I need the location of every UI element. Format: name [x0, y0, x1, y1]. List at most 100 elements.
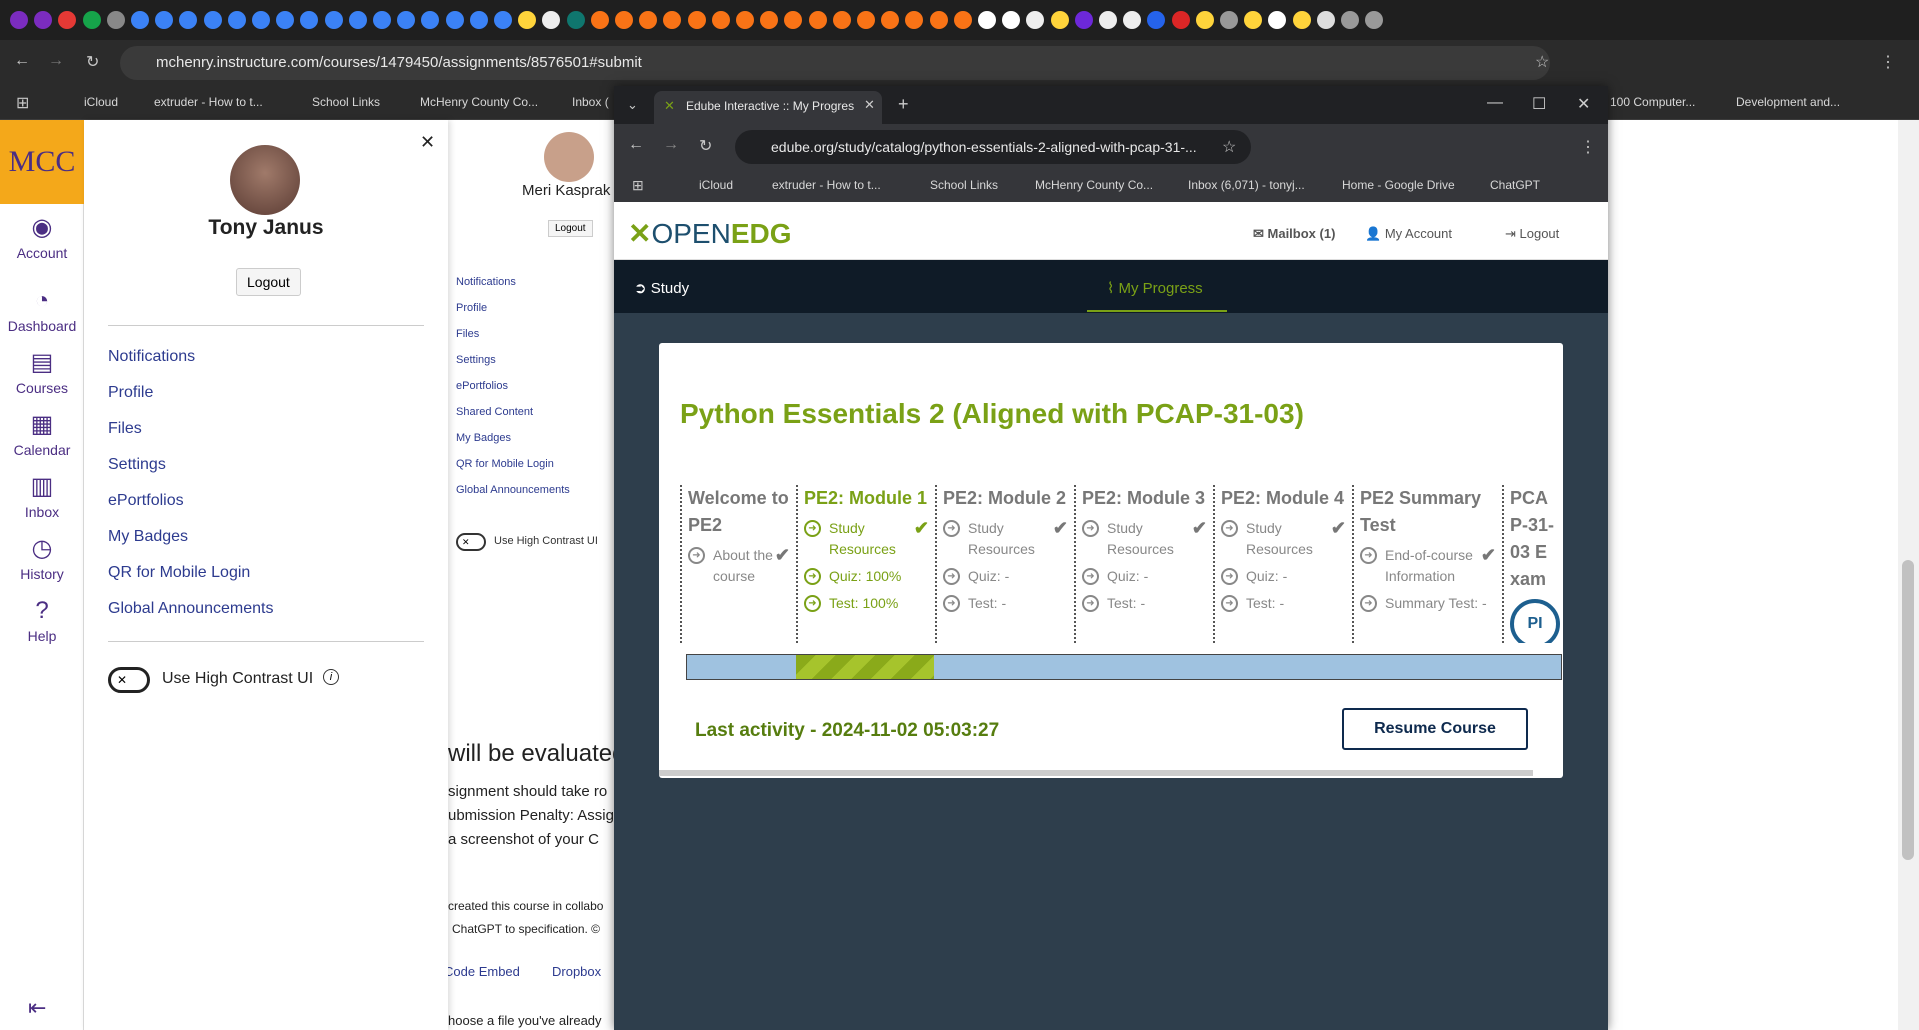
tab-favicon-icon[interactable] [1341, 11, 1359, 29]
module-item[interactable]: ➜ Summary Test: - [1360, 593, 1496, 614]
tab-favicon-icon[interactable] [1220, 11, 1238, 29]
bookmark[interactable]: Inbox ( [572, 95, 609, 109]
tab-favicon-icon[interactable] [348, 11, 367, 29]
tab-favicon-icon[interactable] [808, 11, 827, 29]
close-window-icon[interactable]: ✕ [1577, 94, 1590, 114]
popup-menu-icon[interactable]: ⋮ [1580, 137, 1596, 157]
minimize-icon[interactable]: — [1487, 94, 1503, 112]
tray-link-profile[interactable]: Profile [108, 384, 153, 402]
popup-apps-icon[interactable]: ⊞ [632, 177, 644, 194]
bookmark[interactable]: ChatGPT [1490, 178, 1540, 192]
tab-favicon-icon[interactable] [929, 11, 948, 29]
popup-back-icon[interactable]: ← [628, 136, 644, 154]
tray-link-eportfolios[interactable]: ePortfolios [108, 492, 184, 510]
tab-favicon-icon[interactable] [227, 11, 246, 29]
module-item[interactable]: ➜ Test: 100% [804, 593, 929, 614]
tab-favicon-icon[interactable] [1171, 11, 1190, 29]
tab-favicon-icon[interactable] [687, 11, 706, 29]
tab-favicon-icon[interactable] [324, 11, 343, 29]
bg-link[interactable]: My Badges [456, 432, 511, 444]
popup-star-icon[interactable]: ☆ [1222, 137, 1236, 157]
bookmark[interactable]: Inbox (6,071) - tonyj... [1188, 178, 1305, 192]
scrollbar-thumb[interactable] [1902, 560, 1914, 860]
module-item[interactable]: ➜ End-of-course Information ✔ [1360, 545, 1496, 587]
pcap-badge-icon[interactable]: PI [1510, 599, 1560, 643]
tab-favicon-icon[interactable] [1050, 11, 1069, 29]
page-scrollbar[interactable] [1898, 120, 1919, 1030]
tab-favicon-icon[interactable] [203, 11, 222, 29]
bg-link[interactable]: Notifications [456, 276, 516, 288]
logout-button[interactable]: Logout [236, 268, 301, 296]
tab-favicon-icon[interactable] [494, 11, 512, 29]
my-account-link[interactable]: 👤 My Account [1365, 226, 1452, 242]
module-item[interactable]: ➜ Study Resources ✔ [804, 518, 929, 560]
close-tray-icon[interactable]: ✕ [420, 132, 435, 153]
reload-icon[interactable]: ↻ [86, 52, 99, 72]
menu-icon[interactable]: ⋮ [1880, 52, 1896, 72]
tray-link-badges[interactable]: My Badges [108, 528, 188, 546]
tab-favicon-icon[interactable] [1292, 11, 1311, 29]
tab-favicon-icon[interactable] [953, 11, 972, 29]
mailbox-link[interactable]: ✉ Mailbox (1) [1253, 226, 1335, 242]
tray-link-files[interactable]: Files [108, 420, 142, 438]
tray-link-qr[interactable]: QR for Mobile Login [108, 564, 250, 582]
bookmark[interactable]: School Links [312, 95, 380, 109]
tab-favicon-icon[interactable] [857, 11, 875, 29]
bg-link[interactable]: Settings [456, 354, 496, 366]
logout-link[interactable]: ⇥ Logout [1505, 226, 1559, 242]
nav-history[interactable]: ◷ History [0, 536, 84, 583]
close-tab-icon[interactable]: ✕ [864, 97, 875, 113]
bookmark[interactable]: Development and... [1736, 95, 1840, 109]
popup-forward-icon[interactable]: → [663, 136, 679, 154]
bg-link[interactable]: Files [456, 328, 479, 340]
module-item[interactable]: ➜ Quiz: - [1221, 566, 1346, 587]
tab-favicon-icon[interactable] [1074, 11, 1093, 29]
tab-favicon-icon[interactable] [10, 11, 28, 29]
tab-favicon-icon[interactable] [252, 11, 270, 29]
module-item[interactable]: ➜ Quiz: - [943, 566, 1068, 587]
tab-favicon-icon[interactable] [373, 11, 391, 29]
my-progress-link[interactable]: ⌇ My Progress [1107, 279, 1203, 297]
tray-link-notifications[interactable]: Notifications [108, 348, 195, 366]
module-item[interactable]: ➜ Study Resources ✔ [1221, 518, 1346, 560]
card-horizontal-scrollbar[interactable] [659, 770, 1533, 776]
module-item[interactable]: ➜ Study Resources ✔ [943, 518, 1068, 560]
tab-favicon-icon[interactable] [615, 11, 633, 29]
bg-link[interactable]: QR for Mobile Login [456, 458, 554, 470]
mcc-logo[interactable]: MCC [0, 120, 84, 204]
bg-link[interactable]: Global Announcements [456, 484, 570, 496]
star-icon[interactable]: ☆ [1535, 52, 1549, 72]
maximize-icon[interactable]: ☐ [1532, 94, 1546, 114]
tray-link-announcements[interactable]: Global Announcements [108, 600, 273, 618]
nav-dashboard[interactable]: ◔ Dashboard [0, 288, 84, 335]
tab-favicon-icon[interactable] [1316, 11, 1335, 29]
bookmark[interactable]: extruder - How to t... [772, 178, 881, 192]
forward-icon[interactable]: → [48, 52, 64, 70]
collapse-nav-icon[interactable]: ⇤ [28, 995, 46, 1021]
tab-favicon-icon[interactable] [469, 11, 488, 29]
bookmark[interactable]: extruder - How to t... [154, 95, 263, 109]
high-contrast-toggle[interactable]: ✕ [108, 667, 150, 693]
tab-favicon-icon[interactable] [131, 11, 149, 29]
tab-favicon-icon[interactable] [106, 11, 125, 29]
bg-link[interactable]: ePortfolios [456, 380, 508, 392]
nav-calendar[interactable]: ▦ Calendar [0, 412, 84, 459]
resume-course-button[interactable]: Resume Course [1342, 708, 1528, 750]
tab-favicon-icon[interactable] [445, 11, 464, 29]
tab-search-icon[interactable]: ⌄ [627, 97, 638, 113]
module-item[interactable]: ➜ Test: - [1082, 593, 1207, 614]
bookmark[interactable]: McHenry County Co... [1035, 178, 1153, 192]
tab-favicon-icon[interactable] [566, 11, 585, 29]
bookmark[interactable]: 100 Computer... [1610, 95, 1695, 109]
apps-icon[interactable]: ⊞ [16, 93, 29, 113]
tab-favicon-icon[interactable] [82, 11, 101, 29]
info-icon[interactable]: i [323, 669, 339, 685]
dropbox-tab[interactable]: Dropbox [552, 964, 601, 979]
tab-favicon-icon[interactable] [978, 11, 996, 29]
nav-inbox[interactable]: ▥ Inbox [0, 474, 84, 521]
openedg-logo[interactable]: ✕OPENEDG [628, 217, 792, 250]
bg-contrast-toggle[interactable]: ✕ [456, 533, 486, 551]
back-icon[interactable]: ← [14, 52, 30, 70]
tab-favicon-icon[interactable] [736, 11, 754, 29]
study-link[interactable]: ➲ Study [634, 279, 689, 297]
